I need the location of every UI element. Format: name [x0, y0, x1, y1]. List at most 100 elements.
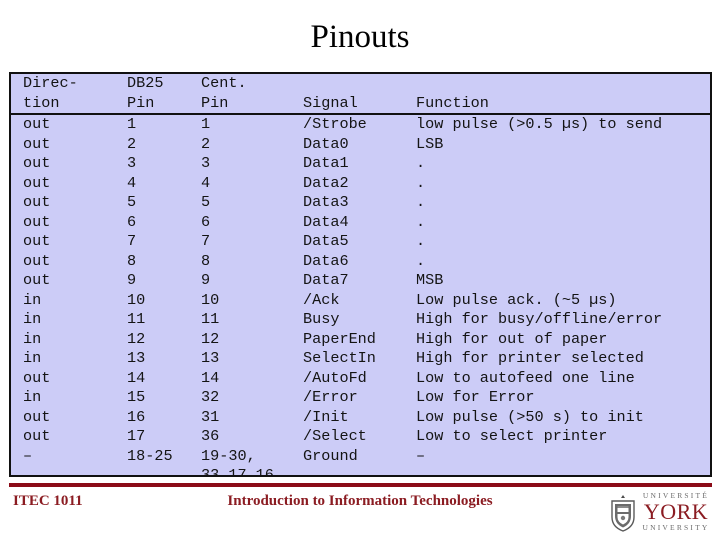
header-direction: tion: [11, 93, 127, 115]
cell-cent-pin: 7: [201, 232, 211, 250]
cell-function: Low pulse ack. (~5 µs): [416, 290, 617, 309]
cell-db25-pin: 1: [127, 115, 137, 133]
table-header-row-line1: Direc- DB25 Cent.: [11, 74, 710, 94]
cell-db25-pin: 4: [127, 173, 137, 192]
cell-cent-pin: 9: [201, 271, 211, 289]
header-function-line1: [416, 74, 710, 94]
header-signal-line1: [303, 74, 416, 94]
cell-signal: Data6: [303, 251, 349, 270]
cell-function: Low for Error: [416, 388, 535, 406]
cell-function: .: [416, 212, 426, 231]
cell-function: MSB: [416, 271, 444, 289]
header-signal: Signal: [303, 93, 416, 115]
table-row: out 9 9 Data7 MSB: [11, 271, 710, 291]
cell-signal: Data0: [303, 134, 349, 153]
cell-db25-pin: 18-25: [127, 446, 173, 465]
cell-cent-pin: 19-30,: [201, 446, 256, 465]
table-row: out 3 3 Data1.: [11, 154, 710, 174]
cell-cent-pin: 4: [201, 173, 211, 192]
header-db25: Pin: [127, 93, 201, 115]
cell-function: High for out of paper: [416, 329, 608, 348]
cell-signal: Data4: [303, 212, 349, 231]
cell-function: –: [416, 446, 426, 465]
table-header: Direc- DB25 Cent. tion Pin Pin Signal Fu…: [11, 74, 710, 115]
cell-signal: Data3: [303, 193, 349, 211]
cell-cent-pin: 6: [201, 212, 211, 231]
cell-direction: out: [23, 134, 51, 153]
footer-divider: [9, 483, 712, 487]
pinout-table-panel: Direc- DB25 Cent. tion Pin Pin Signal Fu…: [9, 72, 712, 477]
logo-university-label: UNIVERSITY: [642, 523, 710, 532]
table-row: out 6 6 Data4.: [11, 213, 710, 233]
table-row: in 11 11 Busy High for busy/offline/error: [11, 310, 710, 330]
logo-york-label: YORK: [643, 499, 709, 524]
cell-cent-pin: 14: [201, 368, 220, 387]
cell-function: Low to autofeed one line: [416, 368, 635, 387]
table-row: out 4 4 Data2.: [11, 174, 710, 194]
cell-db25-pin: 13: [127, 349, 146, 367]
cell-cent-pin: 33,17,16: [201, 466, 274, 477]
table-row: in 10 10/Ack Low pulse ack. (~5 µs): [11, 291, 710, 311]
cell-db25-pin: [127, 466, 201, 475]
cell-direction: out: [23, 251, 51, 270]
cell-cent-pin: 31: [201, 407, 220, 426]
table-row: in 13 13 SelectIn High for printer selected: [11, 349, 710, 369]
cell-signal: /AutoFd: [303, 368, 367, 387]
cell-signal: SelectIn: [303, 349, 376, 367]
york-logo-text: UNIVERSITÉ YORK UNIVERSITY: [640, 491, 712, 533]
cell-signal: [303, 466, 416, 475]
cell-direction: out: [23, 407, 51, 426]
cell-signal: Busy: [303, 310, 340, 328]
cell-direction: out: [23, 271, 51, 289]
cell-db25-pin: 6: [127, 212, 137, 231]
cell-signal: Data5: [303, 232, 349, 250]
cell-function: High for printer selected: [416, 349, 644, 367]
cell-cent-pin: 2: [201, 134, 211, 153]
cell-db25-pin: 10: [127, 290, 146, 309]
table-row: out 7 7 Data5.: [11, 232, 710, 252]
cell-signal: /Error: [303, 388, 358, 406]
cell-direction: out: [23, 232, 51, 250]
cell-direction: out: [23, 115, 51, 133]
table-row: out 14 14/AutoFd Low to autofeed one line: [11, 369, 710, 389]
cell-db25-pin: 2: [127, 134, 137, 153]
cell-function: low pulse (>0.5 µs) to send: [416, 115, 663, 133]
table-row: in 12 12 PaperEnd High for out of paper: [11, 330, 710, 350]
table-row: out 17 36/Select Low to select printer: [11, 427, 710, 447]
cell-signal: Data7: [303, 271, 349, 289]
cell-function: Low to select printer: [416, 427, 608, 445]
header-function: Function: [416, 93, 710, 115]
cell-cent-pin: 1: [201, 115, 211, 133]
cell-direction: out: [23, 154, 51, 172]
cell-cent-pin: 5: [201, 193, 211, 211]
cell-direction: out: [23, 173, 51, 192]
cell-direction: in: [23, 329, 42, 348]
cell-direction: in: [23, 290, 42, 309]
cell-db25-pin: 8: [127, 251, 137, 270]
cell-cent-pin: 11: [201, 310, 220, 328]
cell-signal: Data2: [303, 173, 349, 192]
cell-db25-pin: 11: [127, 310, 146, 328]
cell-function: Low pulse (>50 s) to init: [416, 407, 644, 426]
cell-cent-pin: 10: [201, 290, 220, 309]
pinout-table: Direc- DB25 Cent. tion Pin Pin Signal Fu…: [11, 74, 710, 477]
cell-direction: out: [23, 193, 51, 211]
cell-signal: /Select: [303, 427, 367, 445]
header-cent-line1: Cent.: [201, 74, 247, 92]
cell-function: [416, 466, 710, 475]
cell-cent-pin: 36: [201, 427, 220, 445]
cell-function: .: [416, 154, 426, 172]
cell-direction: out: [23, 368, 51, 387]
table-row: out 8 8 Data6.: [11, 252, 710, 272]
cell-function: .: [416, 173, 426, 192]
cell-cent-pin: 3: [201, 154, 211, 172]
cell-function: LSB: [416, 134, 444, 153]
cell-direction: in: [23, 349, 42, 367]
cell-direction: out: [23, 212, 51, 231]
cell-db25-pin: 7: [127, 232, 137, 250]
cell-cent-pin: 12: [201, 329, 220, 348]
cell-direction: out: [23, 427, 51, 445]
cell-direction: in: [23, 310, 42, 328]
header-cent: Pin: [201, 93, 303, 115]
cell-db25-pin: 3: [127, 154, 137, 172]
